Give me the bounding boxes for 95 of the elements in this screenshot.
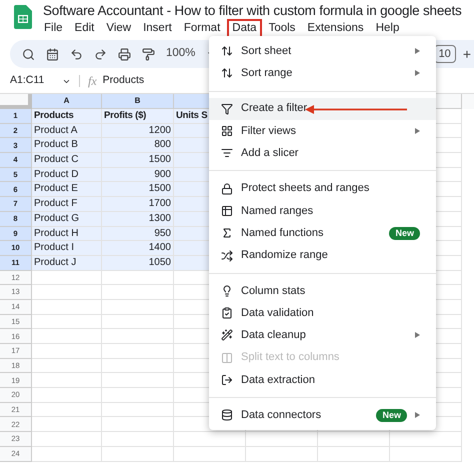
column-header[interactable]: A <box>32 94 102 109</box>
database-icon <box>221 409 233 422</box>
table-cell: Products <box>32 109 102 124</box>
menu-item[interactable]: View <box>101 19 136 38</box>
increase-font-button[interactable]: + <box>462 46 471 62</box>
paint-format-icon[interactable] <box>142 48 155 60</box>
table-cell: 1200 <box>102 124 174 138</box>
menu-option[interactable]: Add a slicer <box>209 142 436 164</box>
formula-field[interactable]: Products <box>102 73 144 89</box>
calendar-icon[interactable] <box>46 48 59 60</box>
table-cell: 900 <box>102 168 174 182</box>
table-cell: Product J <box>32 256 102 271</box>
sort-icon <box>221 45 233 58</box>
filter-icon <box>221 102 233 115</box>
empty-cell <box>318 446 390 462</box>
name-box[interactable]: A1:C11 <box>10 73 48 89</box>
table-cell: Product B <box>32 138 102 154</box>
table-cell: Product I <box>32 241 102 256</box>
empty-cell <box>246 432 318 447</box>
document-title: Software Accountant - How to filter with custom formula in google sheets <box>43 2 462 19</box>
table-cell: Product F <box>32 197 102 212</box>
column-header[interactable]: B <box>102 94 174 109</box>
menu-option[interactable]: Named ranges <box>209 200 436 222</box>
table-cell: Product D <box>32 168 102 182</box>
menu-option[interactable]: Data validation <box>209 302 436 324</box>
table-cell: 1050 <box>102 256 174 271</box>
empty-cell <box>174 446 246 462</box>
sort-icon <box>221 67 233 80</box>
empty-cell <box>174 432 246 447</box>
exit-arrow-icon <box>221 374 233 386</box>
search-icon[interactable] <box>22 48 35 60</box>
empty-cell <box>390 446 462 462</box>
lines-icon <box>221 147 233 160</box>
menu-item[interactable]: Extensions <box>302 19 369 38</box>
grid-icon <box>221 125 233 138</box>
magic-wand-icon <box>221 329 233 342</box>
menu-option[interactable]: Column stats <box>209 280 436 302</box>
submenu-arrow-icon <box>415 128 420 134</box>
menu-item[interactable]: Help <box>370 19 404 38</box>
table-icon <box>221 204 233 217</box>
checklist-icon <box>221 307 233 320</box>
menu-option[interactable]: Protect sheets and ranges <box>209 177 436 200</box>
table-cell: 1400 <box>102 241 174 256</box>
fx-label: fx <box>88 73 97 90</box>
empty-cell <box>246 446 318 462</box>
shuffle-icon <box>221 250 233 262</box>
menu-option[interactable]: Data connectors New <box>209 404 436 426</box>
empty-cell <box>318 432 390 447</box>
menu-option[interactable]: Sort sheet <box>209 40 436 62</box>
empty-cell <box>102 446 174 462</box>
menu-item[interactable]: Edit <box>70 19 100 38</box>
table-cell: Profits ($) <box>102 109 174 124</box>
submenu-arrow-icon <box>415 70 420 76</box>
menu-item[interactable]: File <box>39 19 68 38</box>
table-cell: 1500 <box>102 182 174 198</box>
table-cell: Product G <box>32 212 102 226</box>
new-badge: New <box>376 408 407 422</box>
submenu-arrow-icon <box>415 332 420 338</box>
menu-option[interactable]: Create a filter <box>209 98 436 120</box>
empty-cell <box>102 314 174 330</box>
print-icon[interactable] <box>118 48 131 60</box>
menu-option[interactable]: Data extraction <box>209 368 436 392</box>
empty-cell <box>102 270 174 286</box>
menu-option[interactable]: Named functions New <box>209 222 436 244</box>
table-cell: 1500 <box>102 153 174 168</box>
empty-cell <box>390 432 462 447</box>
menu-item[interactable]: Format <box>178 19 226 38</box>
submenu-arrow-icon <box>415 412 420 418</box>
sheets-logo-icon <box>14 5 32 29</box>
empty-cell <box>102 417 174 432</box>
new-badge: New <box>389 226 420 240</box>
submenu-arrow-icon <box>415 48 420 54</box>
redo-icon[interactable] <box>94 48 107 60</box>
menu-item[interactable]: Tools <box>264 19 300 38</box>
table-cell: 1700 <box>102 197 174 212</box>
lightbulb-icon <box>221 284 233 297</box>
empty-cell <box>102 358 174 374</box>
undo-icon[interactable] <box>70 48 83 60</box>
menu-option[interactable]: Randomize range <box>209 244 436 267</box>
zoom-level[interactable]: 100% <box>166 45 196 63</box>
table-cell: 950 <box>102 226 174 242</box>
menu-item[interactable]: Insert <box>138 19 177 38</box>
lock-icon <box>221 182 233 195</box>
table-cell: 1300 <box>102 212 174 226</box>
columns-icon <box>221 352 233 364</box>
table-cell: 800 <box>102 138 174 154</box>
table-cell: Product E <box>32 182 102 198</box>
table-cell: Product H <box>32 226 102 242</box>
table-cell: Product C <box>32 153 102 168</box>
corner-cell[interactable] <box>0 94 32 109</box>
table-cell: Product A <box>32 124 102 138</box>
sigma-icon <box>221 227 233 240</box>
menu-option[interactable]: Data cleanup <box>209 324 436 347</box>
menu-option[interactable]: Sort range <box>209 62 436 85</box>
empty-cell <box>102 432 174 447</box>
